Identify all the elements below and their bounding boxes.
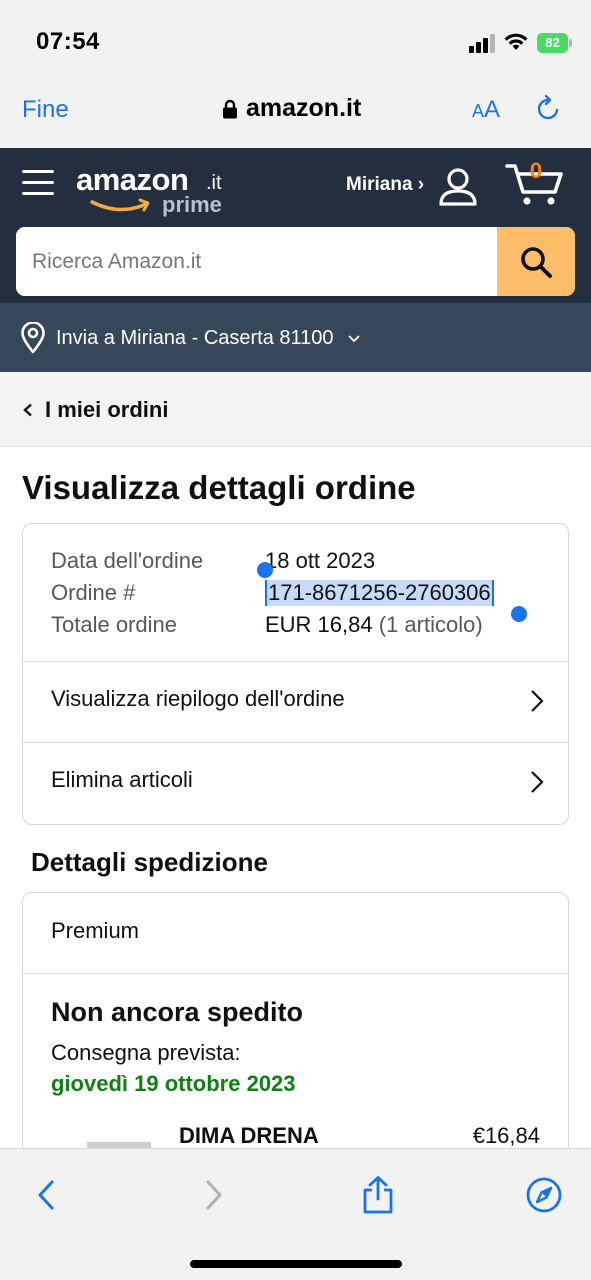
order-total-value: EUR 16,84 — [265, 612, 373, 637]
order-total-label: Totale ordine — [51, 612, 177, 637]
battery-percent: 82 — [545, 35, 560, 50]
user-icon[interactable] — [438, 166, 478, 206]
share-button[interactable] — [358, 1175, 398, 1215]
order-date-row: Data dell'ordine 18 ott 2023 — [51, 548, 551, 580]
order-number-row: Ordine # 171-8671256-2760306 — [51, 580, 551, 612]
breadcrumb-label: I miei ordini — [45, 397, 169, 422]
battery-icon: 82 — [537, 33, 573, 53]
back-arrow-icon — [38, 1180, 54, 1210]
menu-icon[interactable] — [22, 170, 54, 196]
delivery-estimate-date: giovedì 19 ottobre 2023 — [51, 1071, 296, 1096]
product-price: €16,84 — [472, 1123, 540, 1148]
text-size-small-glyph: A — [472, 101, 485, 121]
order-number-value[interactable]: 171-8671256-2760306 — [265, 580, 494, 606]
safari-toolbar — [0, 1148, 591, 1280]
search-input[interactable] — [16, 227, 497, 296]
wifi-icon — [504, 33, 528, 50]
home-indicator[interactable] — [190, 1260, 402, 1268]
search-bar — [16, 227, 575, 296]
compass-icon — [526, 1177, 562, 1213]
chevron-left-icon — [23, 403, 32, 417]
product-name[interactable]: DIMA DRENA — [179, 1123, 319, 1149]
forward-button[interactable] — [194, 1175, 234, 1215]
remove-items-link[interactable]: Elimina articoli — [23, 742, 568, 823]
forward-arrow-icon — [206, 1180, 222, 1210]
amazon-smile-icon — [90, 198, 150, 212]
text-size-big-glyph: A — [484, 96, 501, 123]
selection-end-handle[interactable] — [511, 606, 527, 622]
chevron-down-icon — [348, 335, 360, 343]
deliver-to-text: Invia a Miriana - Caserta 81100 — [56, 327, 334, 349]
order-date-label: Data dell'ordine — [51, 548, 204, 573]
share-icon — [363, 1176, 393, 1214]
deliver-to-bar[interactable]: Invia a Miriana - Caserta 81100 — [0, 303, 591, 372]
selection-start-handle[interactable] — [257, 562, 273, 578]
search-button[interactable] — [497, 227, 575, 296]
shipment-card: Premium Non ancora spedito Consegna prev… — [22, 892, 569, 1192]
amazon-prime-logo[interactable]: amazon .it prime — [76, 162, 226, 224]
order-info: Data dell'ordine 18 ott 2023 Ordine # 17… — [51, 548, 551, 644]
bookmarks-button[interactable] — [524, 1175, 564, 1215]
account-link[interactable]: Miriana › — [346, 174, 424, 196]
amazon-header: amazon .it prime Miriana › 0 — [0, 148, 591, 303]
reload-icon[interactable] — [534, 94, 564, 124]
back-button[interactable] — [26, 1175, 66, 1215]
divider — [23, 973, 568, 974]
order-number-label: Ordine # — [51, 580, 136, 605]
order-total-row: Totale ordine EUR 16,84 (1 articolo) — [51, 612, 551, 644]
done-button[interactable]: Fine — [22, 96, 69, 124]
lock-icon — [223, 99, 237, 118]
cart-count: 0 — [529, 158, 543, 183]
cellular-signal-icon — [469, 34, 495, 53]
order-total-items: (1 articolo) — [378, 612, 483, 637]
remove-items-label: Elimina articoli — [51, 767, 193, 792]
order-summary-link[interactable]: Visualizza riepilogo dell'ordine — [23, 661, 568, 742]
delivery-estimate-label: Consegna prevista: — [51, 1040, 241, 1065]
shipping-method: Premium — [51, 918, 140, 943]
breadcrumb[interactable]: I miei ordini — [0, 372, 591, 447]
order-date-value: 18 ott 2023 — [265, 548, 376, 573]
logo-prime: prime — [162, 192, 222, 217]
address-field[interactable]: amazon.it — [222, 94, 361, 123]
order-total-value-wrap: EUR 16,84 (1 articolo) — [265, 612, 483, 638]
search-icon — [521, 246, 552, 278]
chevron-right-icon — [531, 771, 544, 793]
shipment-status: Non ancora spedito — [51, 997, 304, 1027]
clock: 07:54 — [36, 28, 100, 55]
url-text: amazon.it — [246, 94, 362, 122]
page-title: Visualizza dettagli ordine — [22, 469, 416, 506]
order-info-card: Data dell'ordine 18 ott 2023 Ordine # 17… — [22, 523, 569, 825]
text-size-button[interactable]: AA — [472, 96, 500, 124]
order-summary-label: Visualizza riepilogo dell'ordine — [51, 686, 345, 711]
status-bar: 07:54 82 — [0, 0, 591, 80]
safari-address-bar: Fine amazon.it AA — [0, 80, 591, 148]
shipping-section-title: Dettagli spedizione — [31, 847, 268, 877]
location-pin-icon — [21, 322, 45, 354]
chevron-right-icon — [531, 690, 544, 712]
